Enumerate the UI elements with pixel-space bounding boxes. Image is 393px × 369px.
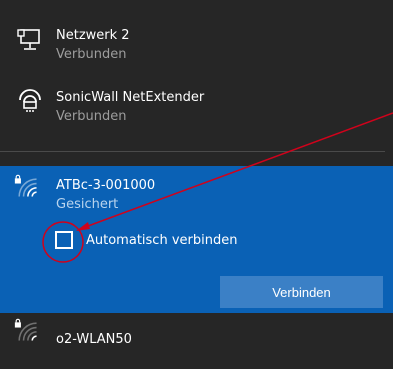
network-name: Netzwerk 2: [56, 28, 130, 43]
network-status: Verbunden: [56, 109, 127, 124]
divider: [0, 151, 385, 152]
wifi-secured-icon: [14, 318, 37, 341]
auto-connect-label: Automatisch verbinden: [86, 233, 238, 248]
network-item-sonicwall[interactable]: SonicWall NetExtender Verbunden: [0, 82, 393, 134]
network-status: Verbunden: [56, 47, 127, 62]
network-name: ATBc-3-001000: [56, 178, 156, 193]
network-name: SonicWall NetExtender: [56, 90, 205, 105]
ethernet-monitor-icon: [17, 29, 40, 50]
connect-button[interactable]: Verbinden: [220, 276, 383, 308]
network-item-o2-wlan50[interactable]: o2-WLAN50: [0, 318, 393, 362]
network-item-netzwerk-2[interactable]: Netzwerk 2 Verbunden: [0, 20, 393, 72]
vpn-icon: [19, 89, 41, 112]
network-name: o2-WLAN50: [56, 332, 132, 347]
auto-connect-checkbox[interactable]: [55, 231, 73, 249]
network-status: Gesichert: [56, 197, 119, 212]
wifi-secured-icon: [14, 174, 37, 197]
